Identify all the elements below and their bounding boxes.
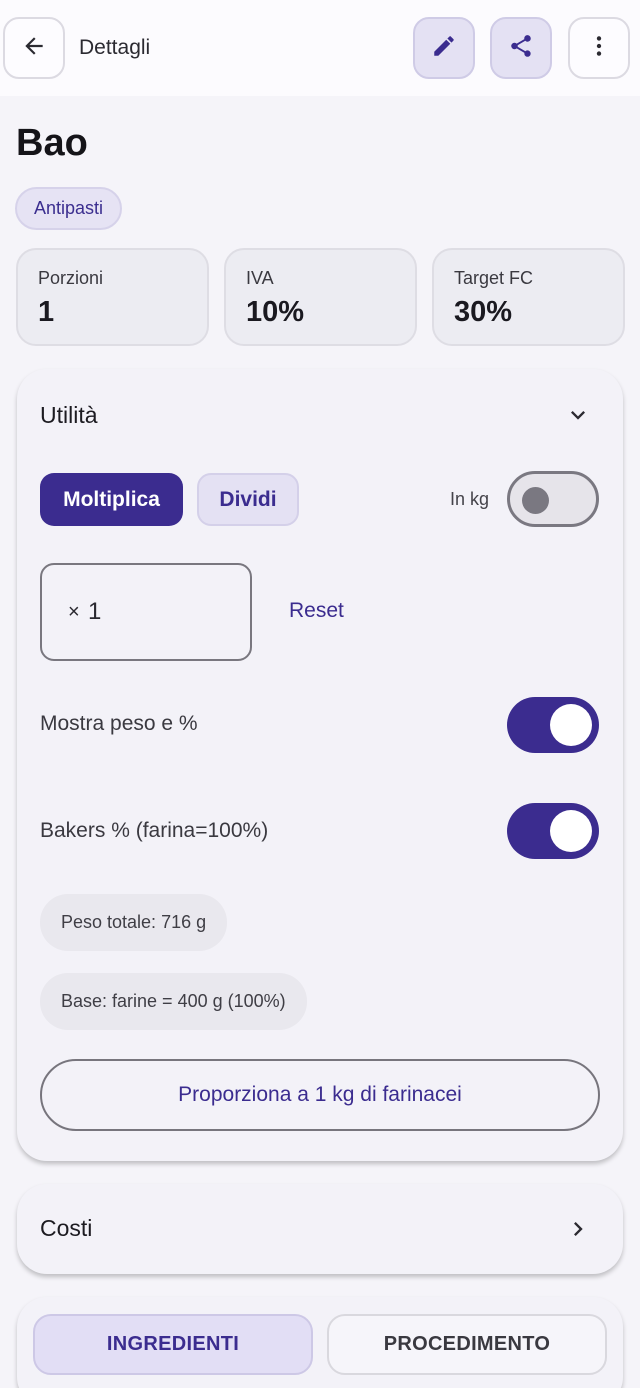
stat-label: Target FC bbox=[454, 268, 534, 288]
more-vertical-icon bbox=[586, 33, 612, 64]
utility-title: Utilità bbox=[40, 402, 98, 428]
toggle-knob bbox=[522, 487, 549, 514]
multiplier-value: 1 bbox=[88, 598, 102, 625]
total-weight-chip: Peso totale: 716 g bbox=[40, 894, 228, 951]
stat-card-vat: IVA 10% bbox=[224, 248, 417, 346]
show-weight-label: Mostra peso e % bbox=[40, 712, 198, 735]
proportion-button[interactable]: Proporziona a 1 kg di farinacei bbox=[40, 1059, 600, 1131]
chevron-right-icon bbox=[562, 1213, 594, 1245]
bakers-percent-toggle[interactable] bbox=[507, 803, 599, 859]
base-flour-chip: Base: farine = 400 g (100%) bbox=[40, 973, 307, 1030]
page-title: Dettagli bbox=[79, 36, 151, 59]
more-options-button[interactable] bbox=[568, 17, 630, 79]
share-icon bbox=[508, 33, 534, 64]
pencil-icon bbox=[431, 33, 457, 64]
costs-title: Costi bbox=[40, 1215, 93, 1241]
back-button[interactable] bbox=[3, 17, 65, 79]
arrow-left-icon bbox=[21, 33, 47, 64]
utility-card: Utilità Moltiplica Dividi In kg × 1 Rese… bbox=[17, 369, 623, 1161]
toggle-knob bbox=[550, 704, 592, 746]
top-app-bar: Dettagli bbox=[0, 0, 640, 96]
stat-label: Porzioni bbox=[38, 268, 104, 288]
reset-button[interactable]: Reset bbox=[289, 599, 344, 623]
multiply-symbol: × bbox=[68, 601, 80, 623]
recipe-title: Bao bbox=[16, 122, 88, 164]
stat-card-portions: Porzioni 1 bbox=[16, 248, 209, 346]
chevron-down-icon[interactable] bbox=[562, 399, 594, 431]
toggle-knob bbox=[550, 810, 592, 852]
category-chip[interactable]: Antipasti bbox=[15, 187, 123, 230]
divide-button[interactable]: Dividi bbox=[197, 473, 299, 526]
multiplier-input[interactable]: × 1 bbox=[40, 563, 252, 661]
stat-card-target-fc: Target FC 30% bbox=[432, 248, 625, 346]
stat-label: IVA bbox=[246, 268, 274, 288]
show-weight-toggle[interactable] bbox=[507, 697, 599, 753]
tab-procedure[interactable]: PROCEDIMENTO bbox=[327, 1314, 607, 1375]
in-kg-label: In kg bbox=[450, 489, 490, 509]
in-kg-toggle[interactable] bbox=[507, 471, 599, 527]
share-button[interactable] bbox=[490, 17, 552, 79]
bakers-percent-label: Bakers % (farina=100%) bbox=[40, 819, 269, 842]
edit-button[interactable] bbox=[413, 17, 475, 79]
stat-value: 10% bbox=[246, 296, 305, 328]
multiply-button[interactable]: Moltiplica bbox=[40, 473, 183, 526]
stat-value: 1 bbox=[38, 296, 55, 328]
tab-ingredients[interactable]: INGREDIENTI bbox=[33, 1314, 313, 1375]
costs-card[interactable]: Costi bbox=[17, 1184, 623, 1274]
tabs-card: INGREDIENTI PROCEDIMENTO bbox=[17, 1297, 623, 1388]
stat-value: 30% bbox=[454, 296, 513, 328]
